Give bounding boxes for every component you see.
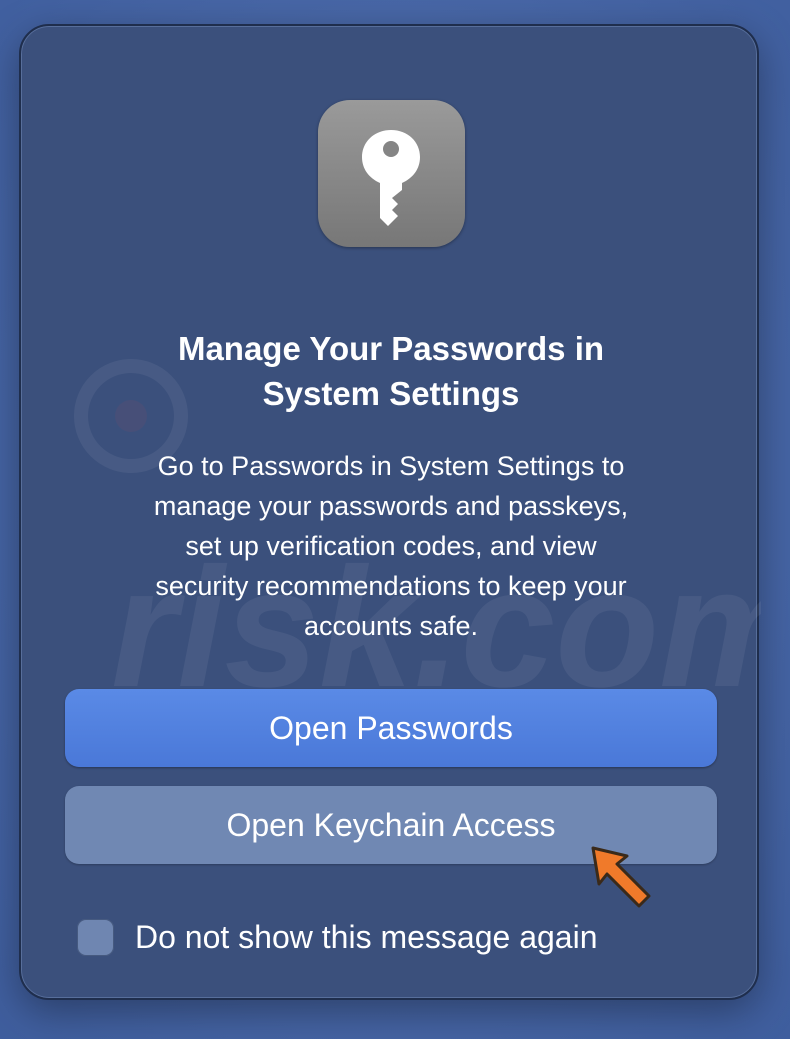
dont-show-again-label[interactable]: Do not show this message again <box>135 914 597 960</box>
message-line: manage your passwords and passkeys, <box>153 491 629 521</box>
message-line: security recommendations to keep your <box>155 571 627 601</box>
title-line: System Settings <box>262 375 520 412</box>
open-passwords-button[interactable]: Open Passwords <box>65 689 717 767</box>
dialog-title: Manage Your Passwords in System Settings <box>41 326 741 416</box>
message-line: accounts safe. <box>303 611 479 641</box>
app-icon <box>318 100 465 247</box>
passwords-dialog: risk.com Manage Your Passwords in System… <box>19 24 761 1000</box>
title-line: Manage Your Passwords in <box>177 330 605 367</box>
dialog-message: Go to Passwords in System Settings to ma… <box>81 446 701 646</box>
key-icon <box>362 130 420 226</box>
arrow-pointer-icon <box>591 846 651 908</box>
message-line: set up verification codes, and view <box>185 531 597 561</box>
dont-show-again-checkbox[interactable] <box>77 919 114 956</box>
message-line: Go to Passwords in System Settings to <box>157 451 625 481</box>
dont-show-again-row: Do not show this message again <box>77 914 717 960</box>
